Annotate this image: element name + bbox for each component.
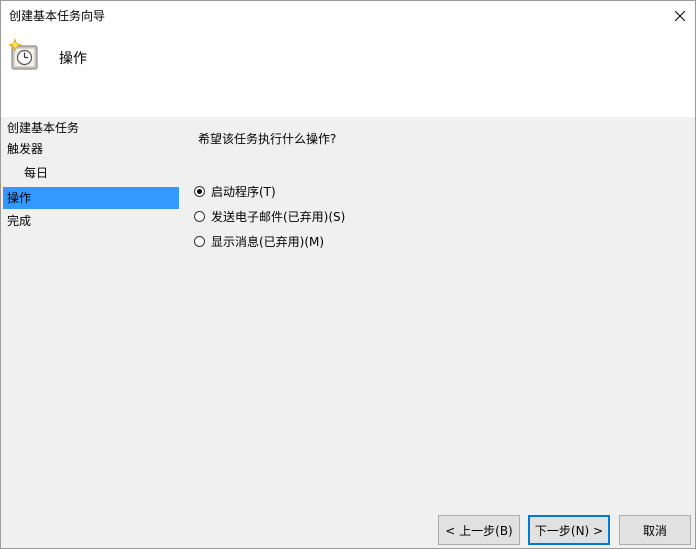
action-question: 希望该任务执行什么操作? [198,132,337,146]
task-scheduler-icon [8,38,38,70]
option-display-message[interactable]: 显示消息(已弃用)(M) [194,232,324,250]
next-button[interactable]: 下一步(N) > [528,515,610,545]
radio-send-email[interactable] [194,210,205,222]
wizard-header: 操作 [1,31,695,117]
step-create-basic-task[interactable]: 创建基本任务 [3,117,179,139]
option-label: 发送电子邮件(已弃用)(S) [211,209,346,224]
step-trigger[interactable]: 触发器 [3,138,179,160]
option-label: 显示消息(已弃用)(M) [211,234,325,249]
close-button[interactable] [665,1,695,31]
window-title: 创建基本任务向导 [9,9,106,23]
wizard-steps-nav: 创建基本任务 触发器 每日 操作 完成 [1,117,181,548]
close-icon [675,11,685,21]
back-button[interactable]: < 上一步(B) [438,515,520,545]
radio-start-program[interactable] [194,185,205,197]
title-bar: 创建基本任务向导 [1,1,695,31]
option-label: 启动程序(T) [211,184,276,199]
step-daily[interactable]: 每日 [3,162,179,184]
option-send-email[interactable]: 发送电子邮件(已弃用)(S) [194,207,345,225]
step-action[interactable]: 操作 [3,187,179,209]
step-finish[interactable]: 完成 [3,210,179,232]
wizard-window: 创建基本任务向导 操作 创建基本任务 触发器 每日 操作 完成 希望该任务执行什… [0,0,696,549]
action-panel: 希望该任务执行什么操作? 启动程序(T) 发送电子邮件(已弃用)(S) 显示消息… [181,117,695,507]
option-start-program[interactable]: 启动程序(T) [194,182,276,200]
cancel-button[interactable]: 取消 [619,515,691,545]
radio-display-message[interactable] [194,235,205,247]
page-title: 操作 [59,51,87,67]
